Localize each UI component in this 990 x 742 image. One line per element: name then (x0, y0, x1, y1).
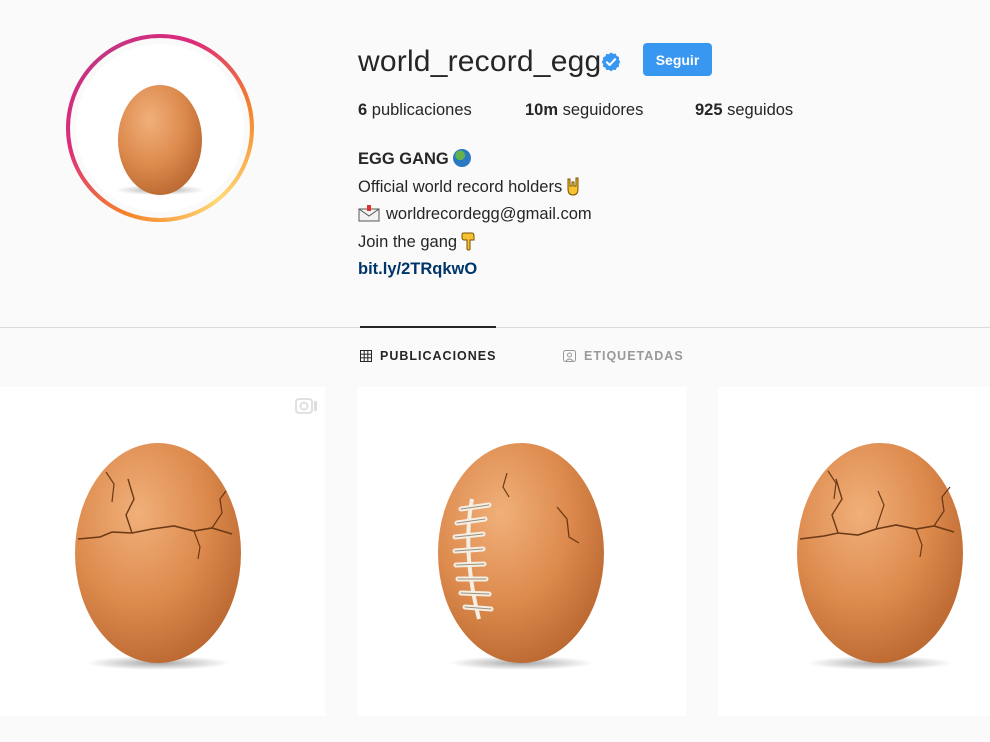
profile-stats: 6 publicaciones 10m seguidores 925 segui… (358, 100, 793, 120)
posts-count: 6 (358, 101, 368, 119)
envelope-emoji-icon (358, 205, 380, 222)
posts-label: publicaciones (371, 101, 472, 119)
tab-tagged[interactable]: ETIQUETADAS (563, 349, 684, 363)
football-egg-image (438, 443, 604, 670)
bio-line-1: Official world record holders (358, 174, 592, 202)
cracked-more-egg-image (797, 443, 963, 670)
bio-link[interactable]: bit.ly/2TRqkwO (358, 260, 477, 278)
following-count: 925 (695, 101, 723, 119)
bio-email: worldrecordegg@gmail.com (386, 205, 592, 223)
followers-count: 10m (525, 101, 559, 119)
avatar-ring-gap (70, 38, 250, 218)
active-tab-indicator (360, 326, 496, 328)
bio-name: EGG GANG (358, 150, 449, 168)
bio-line-3: Join the gang (358, 229, 592, 257)
post-thumbnail[interactable] (718, 387, 990, 716)
profile-username: world_record_egg (358, 45, 602, 78)
pointing-down-emoji-icon (461, 232, 475, 251)
bio-link-line: bit.ly/2TRqkwO (358, 256, 592, 284)
following-stat[interactable]: 925 seguidos (695, 100, 793, 120)
avatar-photo (76, 44, 244, 212)
rock-hand-emoji-icon (567, 177, 579, 196)
follow-button[interactable]: Seguir (643, 43, 712, 76)
tab-posts-label: PUBLICACIONES (380, 349, 497, 363)
globe-emoji-icon (452, 149, 471, 167)
post-thumbnail[interactable] (357, 387, 686, 716)
multiple-photos-icon (295, 398, 317, 414)
tab-posts[interactable]: PUBLICACIONES (360, 349, 496, 363)
bio-line-3-text: Join the gang (358, 232, 458, 251)
bio-email-line: worldrecordegg@gmail.com (358, 201, 592, 229)
cracked-egg-image (75, 443, 241, 670)
posts-count-stat: 6 publicaciones (358, 100, 525, 120)
tab-tagged-label: ETIQUETADAS (584, 349, 684, 363)
bio-name-line: EGG GANG (358, 146, 592, 174)
followers-stat[interactable]: 10m seguidores (525, 100, 695, 120)
egg-avatar-image (116, 85, 204, 195)
followers-label: seguidores (562, 101, 644, 119)
grid-icon (360, 350, 372, 362)
post-thumbnail[interactable] (0, 387, 325, 716)
verified-badge-icon (601, 52, 621, 72)
tagged-user-icon (563, 350, 576, 362)
profile-avatar[interactable] (66, 34, 254, 222)
profile-bio: EGG GANG Official world record holders w… (358, 146, 592, 284)
bio-line-1-text: Official world record holders (358, 177, 563, 196)
following-label: seguidos (727, 101, 794, 119)
